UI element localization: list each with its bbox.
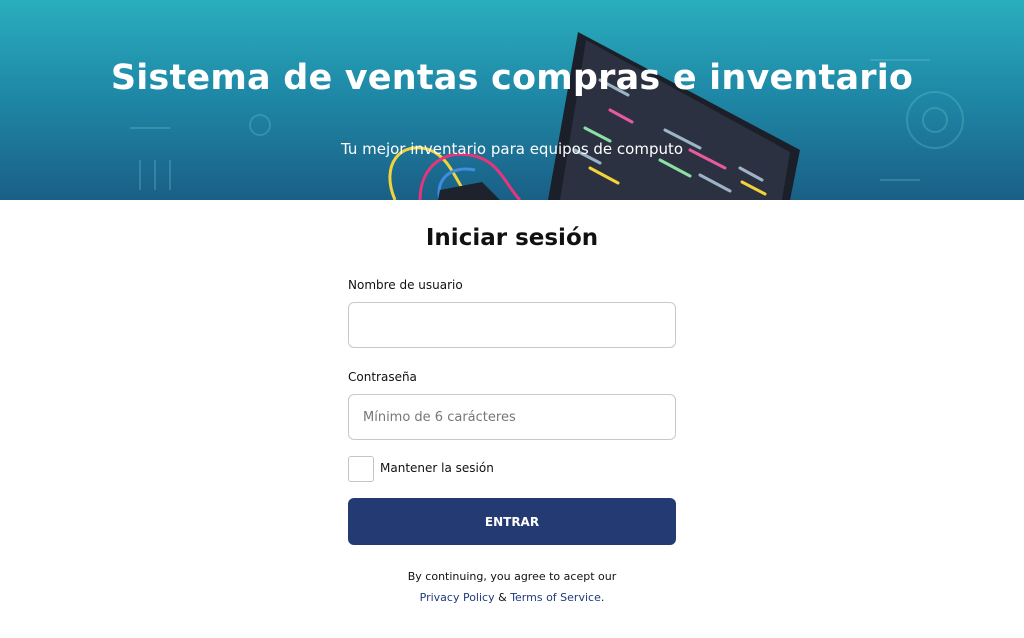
hero-subtitle: Tu mejor inventario para equipos de comp… <box>340 140 684 158</box>
terms-text: By continuing, you agree to acept our <box>407 570 617 583</box>
terms-ampersand: & <box>494 591 511 604</box>
login-heading: Iniciar sesión <box>425 225 599 251</box>
username-input[interactable] <box>348 302 676 348</box>
remember-session-checkbox[interactable] <box>348 456 374 482</box>
hero-title: Sistema de ventas compras e inventario <box>110 58 914 98</box>
login-submit-button[interactable]: ENTRAR <box>348 498 676 545</box>
password-label: Contraseña <box>348 370 417 384</box>
terms-period: . <box>600 591 605 604</box>
username-label: Nombre de usuario <box>348 278 463 292</box>
terms-of-service-link[interactable]: Terms of Service <box>510 591 601 604</box>
remember-session-label: Mantener la sesión <box>380 461 494 475</box>
privacy-policy-link[interactable]: Privacy Policy <box>420 591 495 604</box>
hero-banner: Sistema de ventas compras e inventario T… <box>0 0 1024 200</box>
laptop-code-illustration <box>130 32 964 200</box>
password-input[interactable] <box>348 394 676 440</box>
terms-links: Privacy Policy & Terms of Service. <box>0 591 1024 604</box>
